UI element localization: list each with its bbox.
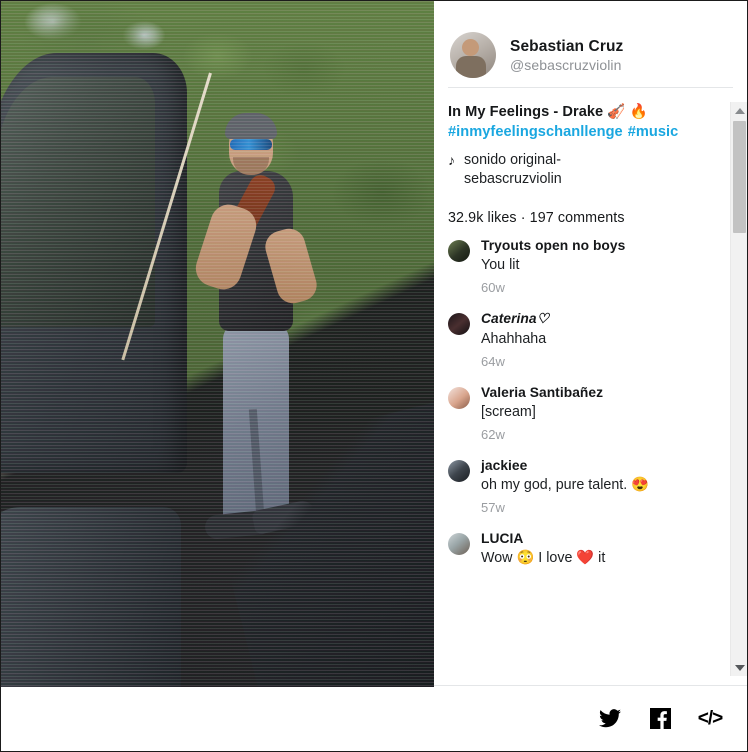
comments-list: Tryouts open no boys You lit 60w Caterin… <box>448 238 729 568</box>
comment-body: jackiee oh my god, pure talent. 😍 57w <box>481 458 649 515</box>
share-footer: </> <box>434 685 747 751</box>
comment-timestamp: 64w <box>481 354 505 369</box>
twitter-icon[interactable] <box>599 708 621 730</box>
scroll-up-arrow-icon[interactable] <box>731 102 747 119</box>
post-caption: In My Feelings - Drake 🎻 🔥 <box>448 104 648 120</box>
list-item: jackiee oh my god, pure talent. 😍 57w <box>448 458 729 515</box>
comment-text: Wow 😳 I love ❤️ it <box>481 550 606 566</box>
music-attribution[interactable]: ♪ sonido original-sebascruzviolin <box>448 151 729 189</box>
commenter-avatar[interactable] <box>448 240 470 262</box>
sunglasses-shape <box>230 139 272 150</box>
commenter-avatar[interactable] <box>448 460 470 482</box>
author-display-name[interactable]: Sebastian Cruz <box>510 38 623 56</box>
comment-body: Valeria Santibañez [scream] 62w <box>481 385 603 442</box>
commenter-name[interactable]: Tryouts open no boys <box>481 238 625 253</box>
music-title[interactable]: sonido original-sebascruzviolin <box>464 151 654 189</box>
beanie-hat-shape <box>225 113 277 139</box>
author-header[interactable]: Sebastian Cruz @sebascruzviolin <box>434 1 747 87</box>
post-info-panel: Sebastian Cruz @sebascruzviolin In My Fe… <box>434 1 747 751</box>
comment-timestamp: 57w <box>481 500 505 515</box>
comment-text: [scream] <box>481 404 536 420</box>
list-item: LUCIA Wow 😳 I love ❤️ it <box>448 531 729 568</box>
comment-timestamp: 62w <box>481 427 505 442</box>
video-frame-image <box>1 1 434 687</box>
post-scroll-region[interactable]: In My Feelings - Drake 🎻 🔥 #inmyfeelings… <box>434 88 747 685</box>
comment-body: Caterina♡ Ahahhaha 64w <box>481 311 549 369</box>
commenter-avatar[interactable] <box>448 387 470 409</box>
comment-text: You lit <box>481 257 520 273</box>
avatar[interactable] <box>450 32 496 78</box>
video-pane-bottom-filler <box>1 687 434 751</box>
comment-body: Tryouts open no boys You lit 60w <box>481 238 625 295</box>
car-body-shape <box>1 507 181 687</box>
hashtag-music[interactable]: #music <box>628 124 679 140</box>
list-item: Tryouts open no boys You lit 60w <box>448 238 729 295</box>
commenter-name[interactable]: Valeria Santibañez <box>481 385 603 400</box>
music-note-icon: ♪ <box>448 152 455 168</box>
author-name-block: Sebastian Cruz @sebascruzviolin <box>510 38 623 73</box>
comment-text: Ahahhaha <box>481 331 547 347</box>
facebook-icon[interactable] <box>649 708 671 730</box>
author-handle[interactable]: @sebascruzviolin <box>510 57 623 73</box>
car-window-shape <box>1 77 155 327</box>
commenter-avatar[interactable] <box>448 313 470 335</box>
post-hashtags: #inmyfeelingschanllenge #music <box>448 122 729 142</box>
commenter-name[interactable]: jackiee <box>481 458 649 473</box>
comments-scrollbar[interactable] <box>730 102 747 676</box>
comment-body: LUCIA Wow 😳 I love ❤️ it <box>481 531 605 568</box>
commenter-name[interactable]: Caterina♡ <box>481 311 549 327</box>
hashtag-inmyfeelingschanllenge[interactable]: #inmyfeelingschanllenge <box>448 124 623 140</box>
commenter-avatar[interactable] <box>448 533 470 555</box>
embedded-post-window: Sebastian Cruz @sebascruzviolin In My Fe… <box>0 0 748 752</box>
list-item: Valeria Santibañez [scream] 62w <box>448 385 729 442</box>
comment-timestamp: 60w <box>481 280 505 295</box>
commenter-name[interactable]: LUCIA <box>481 531 605 546</box>
comment-text: oh my god, pure talent. 😍 <box>481 477 650 493</box>
list-item: Caterina♡ Ahahhaha 64w <box>448 311 729 369</box>
scroll-down-arrow-icon[interactable] <box>731 659 747 676</box>
video-player[interactable] <box>1 1 434 687</box>
scrollbar-thumb[interactable] <box>733 121 746 233</box>
embed-code-icon[interactable]: </> <box>698 708 723 730</box>
post-stats: 32.9k likes · 197 comments <box>448 210 625 226</box>
